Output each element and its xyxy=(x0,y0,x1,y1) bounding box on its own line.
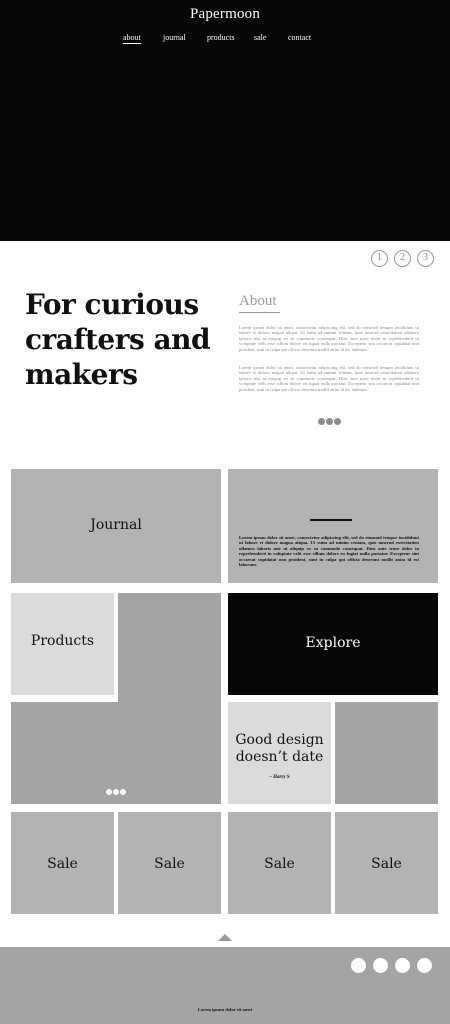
about-paragraph-2: Lorem ipsum dolor sit amet, consectetur … xyxy=(239,365,419,392)
sale-tile[interactable]: Sale xyxy=(228,812,331,914)
quote-author: – Harry S xyxy=(269,775,290,780)
about-underline xyxy=(239,312,280,313)
about-heading: About xyxy=(239,293,277,309)
page-button-3[interactable]: 3 xyxy=(417,250,434,267)
products-tile-label: Products xyxy=(30,633,95,649)
social-icon[interactable] xyxy=(373,958,388,973)
sale-tile-label: Sale xyxy=(371,856,402,872)
sale-tile-label: Sale xyxy=(154,856,185,872)
sale-tile[interactable]: Sale xyxy=(118,812,221,914)
more-dot[interactable] xyxy=(326,418,333,425)
about-paragraph-1: Lorem ipsum dolor sit amet, consectetur … xyxy=(239,325,419,352)
nav-item-contact[interactable]: contact xyxy=(288,33,311,43)
footer-text: Lorem ipsum dolor sit amet xyxy=(197,1007,253,1012)
social-icon[interactable] xyxy=(395,958,410,973)
scroll-to-top-icon[interactable] xyxy=(218,934,232,941)
excerpt-divider xyxy=(310,519,352,521)
more-dot[interactable] xyxy=(334,418,341,425)
quote-tile: Good design doesn’t date – Harry S xyxy=(228,702,331,804)
carousel-dot[interactable] xyxy=(120,789,126,795)
social-icon[interactable] xyxy=(351,958,366,973)
products-tile[interactable]: Products xyxy=(11,593,114,695)
main-nav: about journal products sale contact xyxy=(0,33,450,47)
nav-item-sale[interactable]: sale xyxy=(254,33,266,43)
page-button-1[interactable]: 1 xyxy=(371,250,388,267)
headline: For curious crafters and makers xyxy=(25,288,211,391)
page-button-2[interactable]: 2 xyxy=(394,250,411,267)
explore-tile[interactable]: Explore xyxy=(228,593,438,695)
nav-item-products[interactable]: products xyxy=(207,33,235,43)
carousel-dot[interactable] xyxy=(113,789,119,795)
sale-tile[interactable]: Sale xyxy=(335,812,438,914)
hero-banner: Papermoon about journal products sale co… xyxy=(0,0,450,241)
image-tile[interactable] xyxy=(335,702,438,804)
more-dot[interactable] xyxy=(318,418,325,425)
quote-text: Good design doesn’t date xyxy=(235,732,324,765)
site-title[interactable]: Papermoon xyxy=(0,6,450,23)
journal-tile-label: Journal xyxy=(90,517,142,533)
sale-tile[interactable]: Sale xyxy=(11,812,114,914)
sale-tile-label: Sale xyxy=(264,856,295,872)
nav-item-about[interactable]: about xyxy=(123,33,141,44)
carousel-dot[interactable] xyxy=(106,789,112,795)
explore-tile-label: Explore xyxy=(305,635,361,651)
sale-tile-label: Sale xyxy=(47,856,78,872)
journal-excerpt-text: Lorem ipsum dolor sit amet, consectetur … xyxy=(239,535,419,568)
social-icon[interactable] xyxy=(417,958,432,973)
nav-item-journal[interactable]: journal xyxy=(163,33,186,43)
journal-tile[interactable]: Journal xyxy=(11,469,221,583)
